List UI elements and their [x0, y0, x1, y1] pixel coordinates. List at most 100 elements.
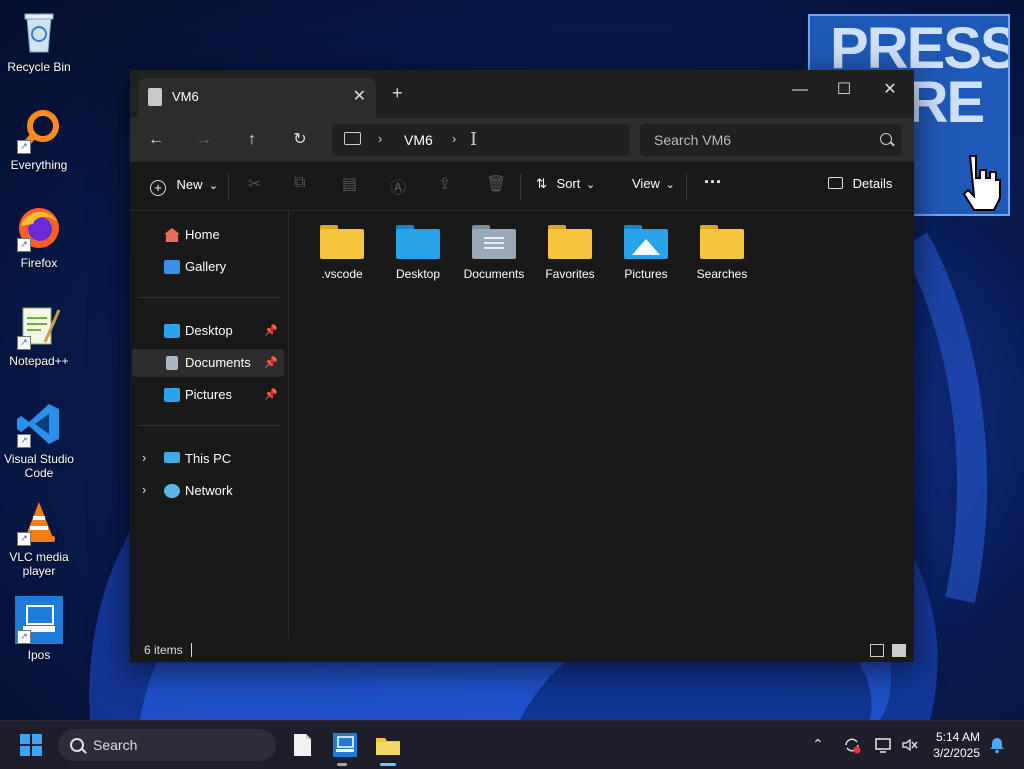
chevron-right-icon[interactable]: ›: [452, 131, 456, 146]
shortcut-arrow-icon: ↗: [17, 238, 31, 252]
sidebar-item-this-pc[interactable]: › This PC: [132, 445, 284, 473]
cut-icon[interactable]: ✂: [248, 174, 261, 194]
chevron-right-icon[interactable]: ›: [378, 131, 382, 146]
copy-icon[interactable]: ⧉: [294, 174, 305, 192]
desktop-icon-ipos[interactable]: ↗ Ipos: [0, 596, 78, 662]
details-view-icon[interactable]: [870, 644, 884, 657]
network-icon: [164, 484, 180, 498]
minimize-button[interactable]: —: [778, 76, 822, 104]
share-icon[interactable]: ⇪: [438, 174, 451, 194]
notification-bell-icon[interactable]: [988, 736, 1006, 754]
large-icons-view-icon[interactable]: [892, 644, 906, 657]
back-button[interactable]: ←: [140, 124, 172, 156]
taskbar-search[interactable]: Search: [58, 729, 276, 761]
sidebar-item-label: Desktop: [185, 323, 233, 338]
start-button[interactable]: [20, 734, 42, 756]
show-hidden-icons-button[interactable]: ⌃: [812, 736, 824, 753]
expand-chevron-icon[interactable]: ›: [142, 450, 146, 465]
taskbar-app-notepad[interactable]: [286, 729, 318, 761]
new-button[interactable]: + New ⌄: [150, 176, 218, 196]
expand-chevron-icon[interactable]: ›: [142, 482, 146, 497]
sidebar-item-desktop[interactable]: Desktop 📌: [132, 317, 284, 345]
sync-icon[interactable]: [842, 735, 862, 755]
address-bar[interactable]: › VM6 › I: [332, 124, 630, 156]
desktop-icon-firefox[interactable]: ↗ Firefox: [0, 204, 78, 270]
close-window-button[interactable]: ✕: [868, 76, 912, 104]
sort-button[interactable]: ⇅ Sort ⌄: [536, 176, 595, 192]
folder-vscode[interactable]: .vscode: [304, 225, 380, 281]
folder-documents[interactable]: Documents: [456, 225, 532, 281]
more-options-button[interactable]: ···: [704, 172, 722, 193]
search-box[interactable]: Search VM6: [640, 124, 902, 156]
this-pc-icon: [344, 132, 361, 145]
breadcrumb-vm6[interactable]: VM6: [404, 132, 433, 148]
folder-icon: [548, 225, 592, 261]
view-button[interactable]: View ⌄: [632, 176, 675, 191]
system-clock[interactable]: 5:14 AM 3/2/2025: [918, 729, 980, 761]
desktop-icon-vlc[interactable]: ↗ VLC media player: [0, 498, 78, 578]
rename-icon[interactable]: Ⓐ: [390, 174, 406, 198]
ipos-icon: [333, 733, 357, 757]
view-label: View: [632, 176, 660, 191]
navigation-bar: ← → ↑ ↻ › VM6 › I Search VM6: [130, 118, 914, 162]
taskbar-app-file-explorer[interactable]: [372, 729, 404, 761]
network-status-icon[interactable]: [874, 735, 894, 755]
toolbar-separator: [686, 174, 687, 200]
desktop-icon-recycle-bin[interactable]: Recycle Bin: [0, 8, 78, 74]
search-icon: [70, 738, 84, 752]
sidebar-item-home[interactable]: Home: [132, 221, 284, 249]
sidebar-item-documents[interactable]: Documents 📌: [132, 349, 284, 377]
desktop-icon-notepadpp[interactable]: ↗ Notepad++: [0, 302, 78, 368]
paste-icon[interactable]: ▤: [342, 174, 357, 194]
delete-icon[interactable]: 🗑: [486, 174, 506, 194]
folder-searches[interactable]: Searches: [684, 225, 760, 281]
close-tab-icon[interactable]: ✕: [353, 86, 366, 106]
forward-button[interactable]: →: [188, 124, 220, 156]
volume-muted-icon[interactable]: [900, 735, 920, 755]
sidebar-item-gallery[interactable]: Gallery: [132, 253, 284, 281]
new-tab-button[interactable]: +: [392, 83, 403, 104]
status-item-count: 6 items: [144, 643, 183, 657]
sidebar-item-pictures[interactable]: Pictures 📌: [132, 381, 284, 409]
pin-icon[interactable]: 📌: [264, 356, 278, 369]
sidebar-divider: [138, 425, 280, 426]
taskbar-app-ipos[interactable]: [329, 729, 361, 761]
new-label: New: [176, 177, 203, 192]
sidebar-item-network[interactable]: › Network: [132, 477, 284, 505]
file-explorer-icon: [376, 738, 400, 755]
desktop-icon-everything[interactable]: ↗ Everything: [0, 106, 78, 172]
shortcut-arrow-icon: ↗: [17, 336, 31, 350]
desktop-folder-icon: [164, 324, 180, 338]
pin-icon[interactable]: 📌: [264, 388, 278, 401]
folder-favorites[interactable]: Favorites: [532, 225, 608, 281]
maximize-button[interactable]: ☐: [822, 76, 866, 104]
tab-vm6[interactable]: VM6 ✕: [138, 78, 376, 118]
pictures-folder-icon: [624, 225, 668, 261]
details-button[interactable]: Details: [828, 176, 892, 191]
notepad-icon: [294, 734, 311, 756]
desktop-icon-label: Ipos: [27, 648, 51, 662]
desktop-icon-label: Notepad++: [9, 354, 69, 368]
folder-pictures[interactable]: Pictures: [608, 225, 684, 281]
up-button[interactable]: ↑: [236, 124, 268, 156]
desktop-icon-vscode[interactable]: ↗ Visual Studio Code: [0, 400, 78, 480]
refresh-button[interactable]: ↻: [284, 124, 316, 156]
chevron-down-icon: ⌄: [208, 180, 219, 192]
folder-label: Favorites: [545, 267, 595, 281]
clock-date: 3/2/2025: [933, 746, 980, 760]
details-label: Details: [852, 176, 893, 191]
toolbar-separator: [228, 174, 229, 200]
this-pc-icon: [164, 452, 180, 463]
taskbar: Search ⌃ 5:14 AM 3/2/2025: [0, 720, 1024, 769]
sidebar-item-label: Network: [185, 483, 233, 498]
active-indicator: [380, 763, 396, 766]
details-pane-icon: [828, 177, 843, 189]
folder-label: Documents: [463, 267, 525, 281]
status-separator: [191, 643, 192, 657]
pin-icon[interactable]: 📌: [264, 324, 278, 337]
toolbar-separator: [520, 174, 521, 200]
folder-desktop[interactable]: Desktop: [380, 225, 456, 281]
search-icon: [880, 133, 892, 145]
sidebar-item-label: This PC: [185, 451, 232, 466]
sort-icon: ⇅: [536, 176, 547, 191]
